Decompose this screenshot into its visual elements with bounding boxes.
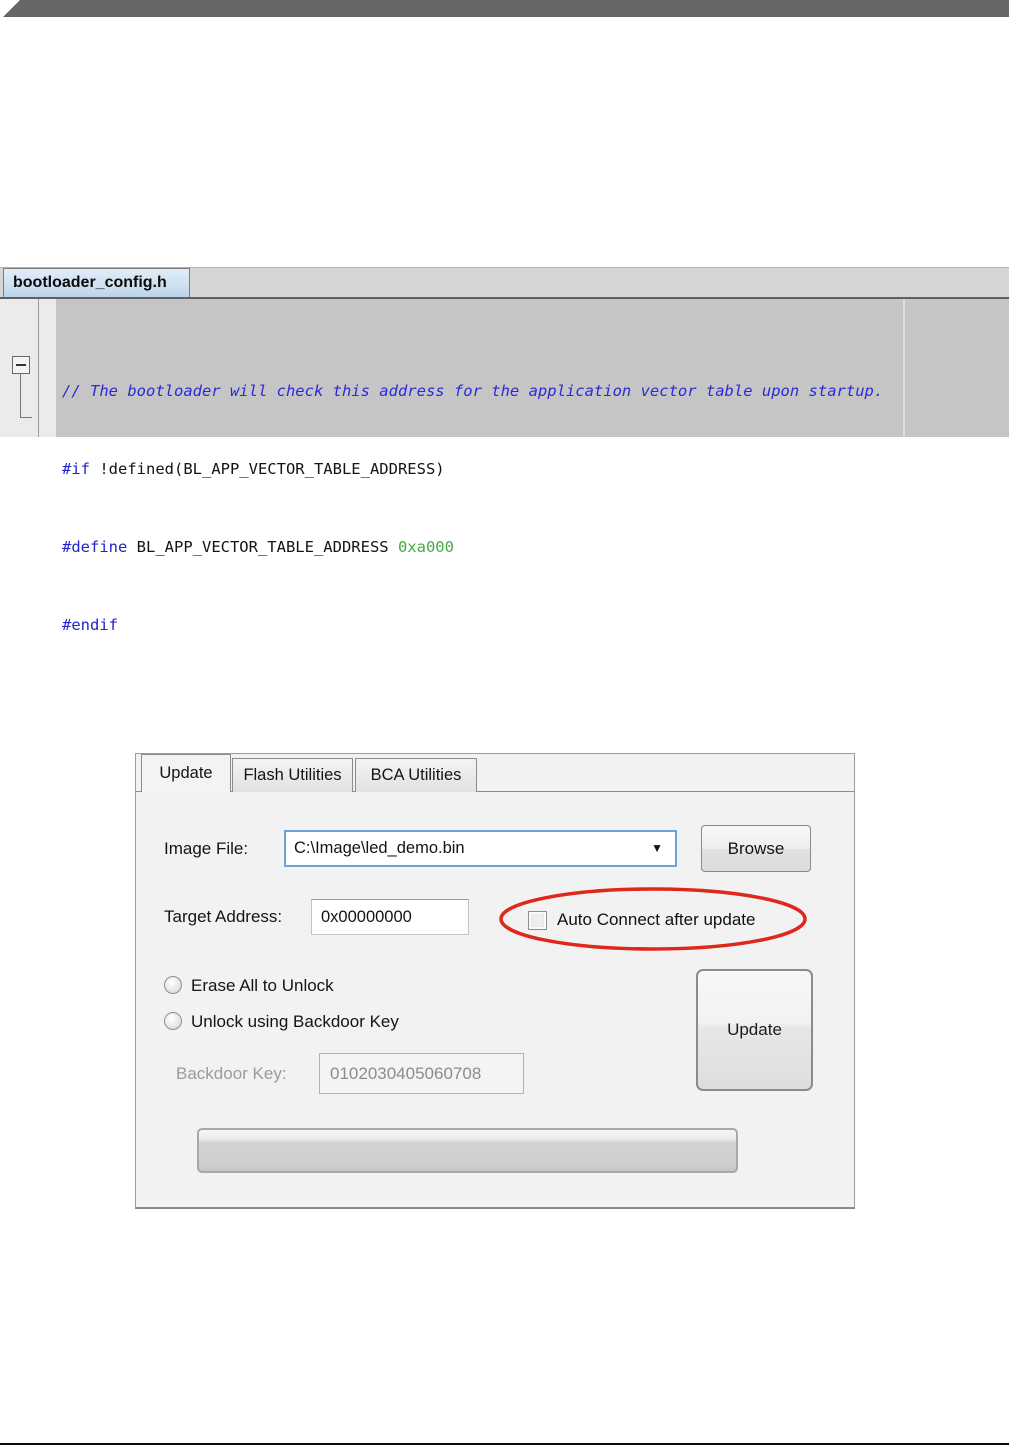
code-text: BL_APP_VECTOR_TABLE_ADDRESS — [127, 538, 398, 556]
gutter-divider — [38, 299, 39, 437]
red-circle-annotation — [499, 887, 807, 951]
erase-all-label[interactable]: Erase All to Unlock — [191, 976, 334, 995]
code-fold-minus-icon[interactable] — [12, 356, 30, 374]
code-lines: // The bootloader will check this addres… — [62, 326, 883, 690]
update-progress-bar — [197, 1128, 738, 1173]
backdoor-key-radio-label[interactable]: Unlock using Backdoor Key — [191, 1012, 399, 1031]
editor-tab-bootloader-config[interactable]: bootloader_config.h — [3, 268, 190, 297]
code-directive: #define — [62, 538, 128, 556]
target-address-label: Target Address: — [164, 907, 283, 926]
minus-glyph — [16, 364, 26, 366]
code-line: #if !defined(BL_APP_VECTOR_TABLE_ADDRESS… — [62, 456, 883, 482]
code-text: !defined(BL_APP_VECTOR_TABLE_ADDRESS) — [90, 460, 445, 478]
fold-end-tick — [20, 417, 32, 418]
backdoor-key-input[interactable]: 0102030405060708 — [319, 1053, 524, 1094]
code-line: #endif — [62, 612, 883, 638]
backdoor-key-radio[interactable] — [164, 1012, 182, 1030]
update-dialog: Update Flash Utilities BCA Utilities Ima… — [135, 753, 855, 1209]
code-comment: // The bootloader will check this addres… — [62, 382, 884, 400]
highlight-ellipse — [499, 887, 807, 951]
editor-margin-line — [903, 299, 905, 437]
browse-button[interactable]: Browse — [701, 825, 811, 872]
image-file-value: C:\Image\led_demo.bin — [294, 839, 465, 857]
dropdown-arrow-icon[interactable]: ▼ — [651, 832, 663, 865]
page-footer-rule — [0, 1443, 1009, 1445]
code-number: 0xa000 — [397, 538, 454, 556]
backdoor-key-value: 0102030405060708 — [330, 1064, 482, 1083]
tab-bca-utilities[interactable]: BCA Utilities — [355, 758, 477, 792]
tab-update[interactable]: Update — [141, 754, 231, 792]
code-line: #define BL_APP_VECTOR_TABLE_ADDRESS 0xa0… — [62, 534, 883, 560]
code-area: // The bootloader will check this addres… — [0, 299, 1009, 634]
update-button[interactable]: Update — [696, 969, 813, 1091]
code-line: // The bootloader will check this addres… — [62, 378, 883, 404]
erase-all-radio[interactable] — [164, 976, 182, 994]
image-file-label: Image File: — [164, 839, 249, 858]
code-editor: bootloader_config.h // The bootloader wi… — [0, 267, 1009, 634]
tab-flash-utilities[interactable]: Flash Utilities — [232, 758, 353, 792]
backdoor-key-label: Backdoor Key: — [176, 1064, 287, 1083]
target-address-value: 0x00000000 — [321, 908, 412, 926]
page-header-banner — [3, 0, 1009, 17]
code-directive: #endif — [62, 616, 118, 634]
target-address-input[interactable]: 0x00000000 — [311, 899, 469, 935]
page: bootloader_config.h // The bootloader wi… — [0, 0, 1009, 1449]
code-directive: #if — [62, 460, 90, 478]
image-file-combobox[interactable]: C:\Image\led_demo.bin ▼ — [284, 830, 677, 867]
fold-connector-line — [20, 374, 21, 418]
